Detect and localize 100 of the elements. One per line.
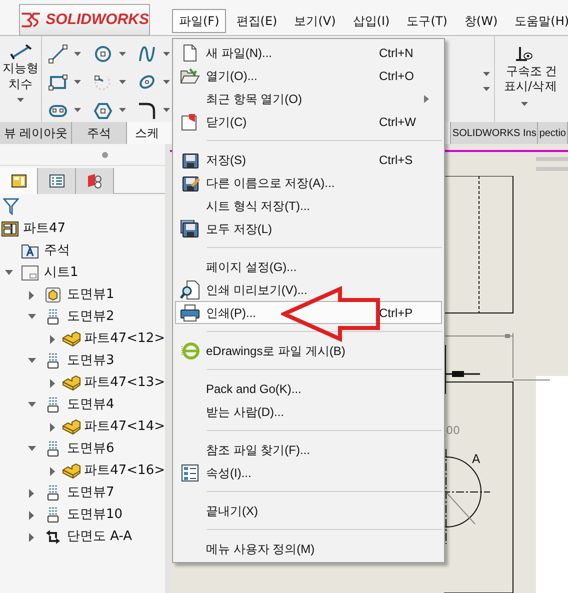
list-icon	[181, 464, 199, 482]
menu-item[interactable]: 끝내기(X)	[175, 499, 442, 522]
tree-item-label[interactable]: 파트47	[23, 219, 66, 239]
menu-bar-item[interactable]: 보기(V)	[287, 9, 343, 33]
caret-icon	[483, 72, 490, 77]
expand-caret-icon[interactable]	[29, 532, 35, 542]
collapse-caret-icon[interactable]	[5, 270, 13, 276]
part-view-icon	[45, 287, 61, 303]
expand-caret-icon[interactable]	[29, 488, 35, 498]
tree-item-label[interactable]: 도면뷰1	[67, 285, 114, 305]
view-icon	[46, 507, 60, 523]
expand-caret-icon[interactable]	[50, 422, 56, 432]
view-icon	[46, 441, 60, 457]
ribbon-tab[interactable]: pectio	[538, 122, 568, 144]
tree-item-label[interactable]: 도면뷰2	[67, 307, 114, 327]
panel-tab[interactable]	[0, 168, 38, 194]
tree-item-label[interactable]: 도면뷰10	[67, 505, 123, 525]
ribbon-tab[interactable]: 주석	[72, 122, 127, 144]
line-icon[interactable]	[48, 44, 68, 64]
menu-item[interactable]: eDrawings로 파일 게시(B)	[175, 339, 442, 362]
spline-icon[interactable]	[137, 44, 158, 64]
tree-item-label[interactable]: 주석	[44, 241, 70, 261]
expand-caret-icon[interactable]	[50, 466, 56, 476]
dimension-icon	[10, 44, 32, 60]
ribbon-tab[interactable]: SOLIDWORKS Ins	[451, 122, 538, 144]
menu-bar-item[interactable]: 삽입(I)	[346, 9, 397, 33]
filter-icon[interactable]	[3, 197, 19, 215]
part-icon	[61, 419, 82, 435]
circle-icon[interactable]	[92, 44, 113, 64]
tree-item-label[interactable]: 도면뷰7	[67, 483, 114, 503]
menu-bar-item[interactable]: 도움말(H)	[508, 9, 568, 33]
menu-bar-item[interactable]: 편집(E)	[229, 9, 284, 33]
display-relations-button[interactable]: 구속조 표시/삭	[503, 46, 545, 122]
tree-item-label[interactable]: 시트1	[44, 263, 78, 283]
collapse-caret-icon[interactable]	[28, 314, 36, 320]
collapse-caret-icon[interactable]	[28, 358, 36, 364]
feature-tree-icon	[10, 174, 26, 188]
tree-item-label[interactable]: 도면뷰4	[67, 395, 114, 415]
menu-item[interactable]: 시트 형식 저장(T)...	[175, 194, 442, 217]
section-label: A	[472, 451, 480, 468]
menu-item[interactable]: 속성(I)...	[175, 461, 442, 484]
tree-item-label[interactable]: 단면도 A-A	[67, 527, 132, 547]
annotation-folder-icon	[21, 243, 39, 259]
menu-item[interactable]: 인쇄(P)... Ctrl+P	[175, 301, 442, 324]
hexagon-icon[interactable]	[92, 100, 113, 121]
document-icon	[183, 44, 197, 62]
menu-item[interactable]: 메뉴 사용자 정의(M)	[175, 537, 442, 560]
panel-bar	[536, 157, 568, 161]
solidworks-logo-icon: SOLIDWORKS	[19, 4, 150, 36]
expand-caret-icon[interactable]	[50, 334, 56, 344]
menu-item[interactable]: 다른 이름으로 저장(A)...	[175, 171, 442, 194]
document-icon	[181, 112, 199, 130]
menu-item[interactable]: 닫기(C) Ctrl+W	[175, 110, 442, 133]
caret-icon	[118, 108, 126, 114]
menu-item[interactable]: 페이지 설정(G)...	[175, 255, 442, 278]
collapse-caret-icon[interactable]	[28, 402, 36, 408]
rectangle-icon[interactable]	[48, 72, 68, 92]
tree-item-label[interactable]: 파트47<16>	[84, 461, 165, 481]
collapse-caret-icon[interactable]	[28, 446, 36, 452]
ribbon-tab[interactable]: 뷰 레이아웃	[0, 122, 72, 144]
corner-icon[interactable]	[137, 100, 158, 121]
tree-item-label[interactable]: 도면뷰6	[67, 439, 114, 459]
expand-caret-icon[interactable]	[29, 290, 35, 300]
caret-icon	[74, 80, 81, 85]
view-icon	[46, 309, 60, 325]
part-icon	[61, 463, 82, 479]
expand-caret-icon[interactable]	[50, 378, 56, 388]
sheet-icon	[21, 265, 39, 281]
printer-icon	[180, 304, 200, 322]
tree-item-label[interactable]: 파트47<14>	[84, 417, 165, 437]
menu-item[interactable]: 참조 파일 찾기(F)...	[175, 438, 442, 461]
menu-item[interactable]: Pack and Go(K)...	[175, 377, 442, 400]
caret-icon	[74, 108, 81, 114]
menu-item[interactable]: 새 파일(N)... Ctrl+N	[175, 41, 442, 64]
menu-bar-item[interactable]: 도구(T)	[400, 9, 454, 33]
property-list-icon	[48, 174, 64, 188]
part-icon	[61, 375, 82, 391]
view-icon	[46, 485, 60, 501]
view-icon	[46, 397, 60, 413]
edrawings-logo-icon	[180, 342, 200, 360]
relations-icon	[515, 46, 533, 64]
menu-item[interactable]: 받는 사람(D)...	[175, 400, 442, 423]
menu-item[interactable]: 인쇄 미리보기(V)...	[175, 278, 442, 301]
caret-icon	[163, 52, 170, 57]
expand-caret-icon[interactable]	[29, 510, 35, 520]
tree-item-label[interactable]: 파트47<13>	[84, 373, 165, 393]
menu-bar-item[interactable]: 파일(F)	[172, 9, 226, 33]
menu-item[interactable]: 모두 저장(L)	[175, 217, 442, 240]
dimension-text: 00	[446, 423, 460, 439]
caret-icon	[520, 102, 528, 107]
tree-item-label[interactable]: 파트47<12>	[84, 329, 165, 349]
menu-item[interactable]: 저장(S) Ctrl+S	[175, 148, 442, 171]
menu-bar-item[interactable]: 창(W)	[457, 9, 505, 33]
tree-item-label[interactable]: 도면뷰3	[67, 351, 114, 371]
splitter-handle-icon[interactable]	[102, 152, 108, 158]
menu-item[interactable]: 열기(O)... Ctrl+O	[175, 64, 442, 87]
part-icon	[61, 331, 82, 347]
panel-tab[interactable]	[38, 168, 76, 194]
toolbar-label: 건	[545, 64, 557, 79]
menu-item[interactable]: 최근 항목 열기(O)	[175, 87, 442, 110]
